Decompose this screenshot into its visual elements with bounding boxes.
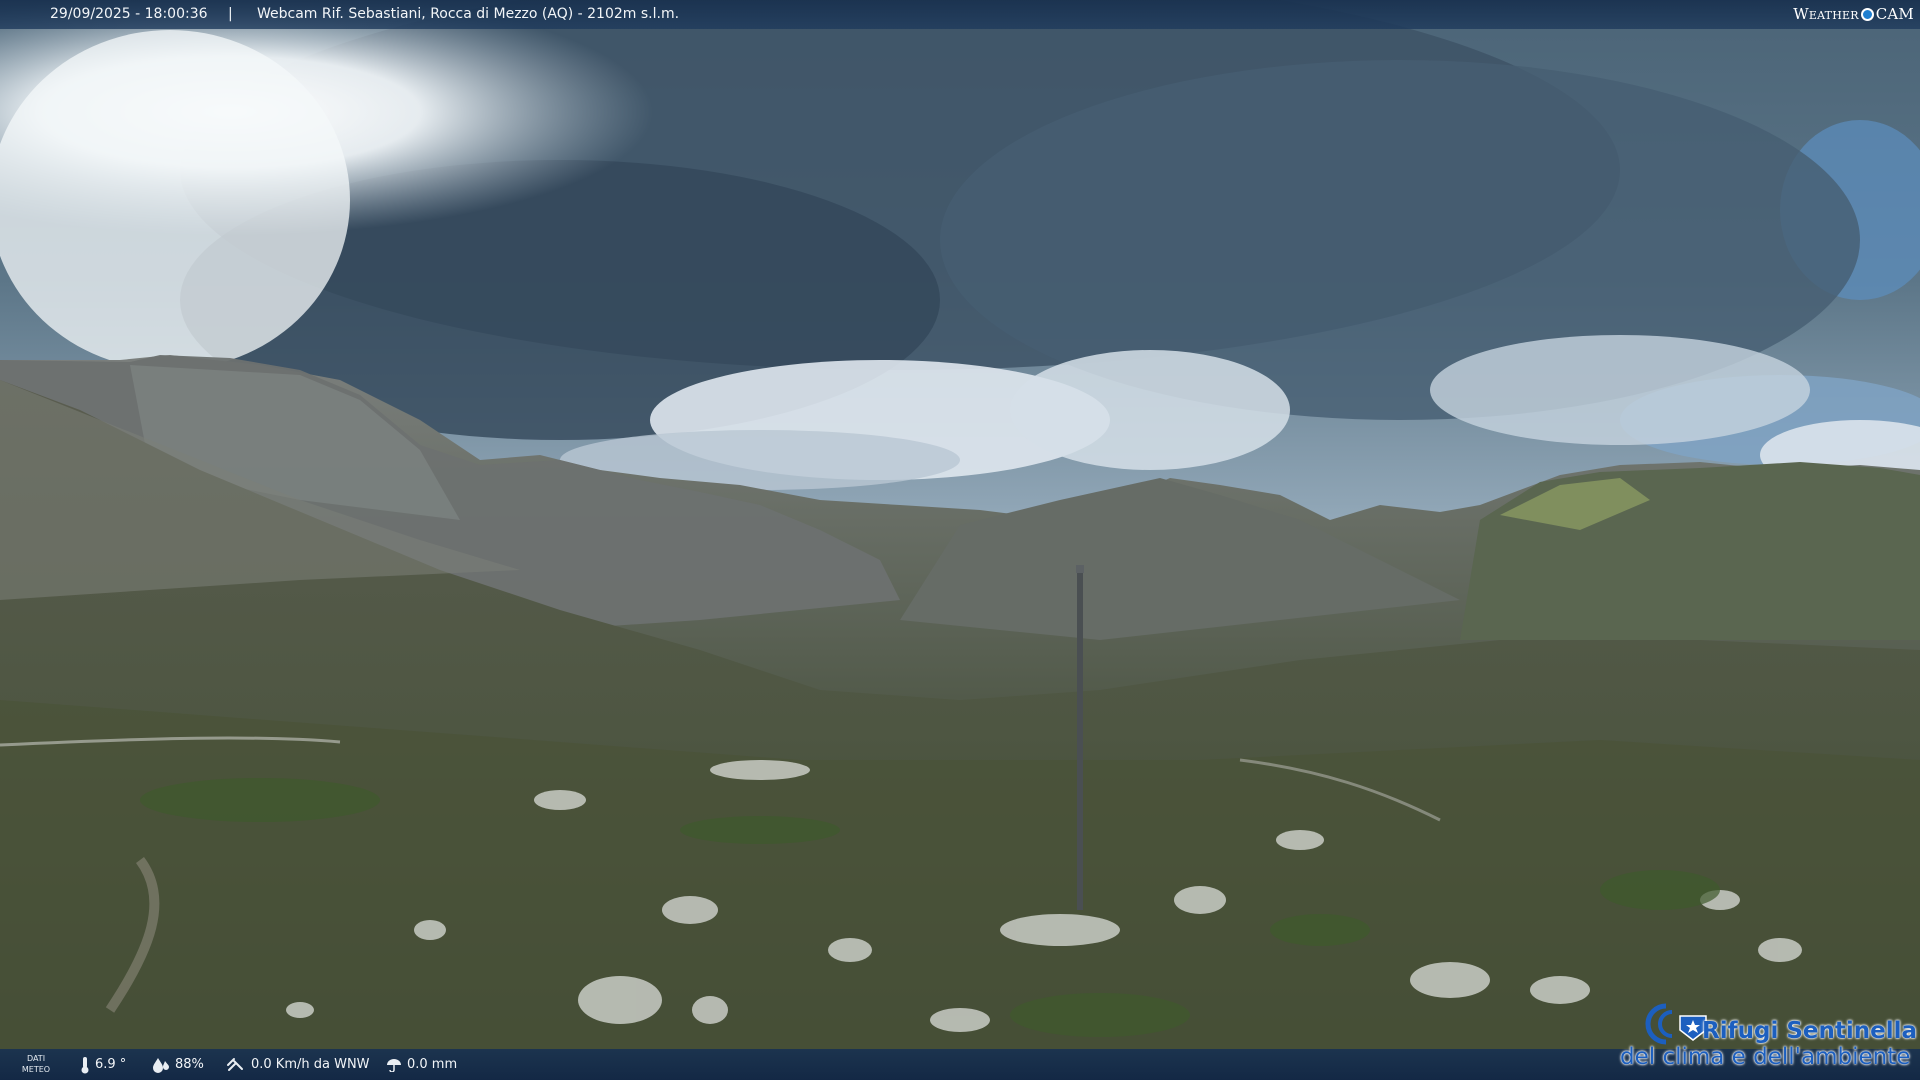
- title-separator: |: [228, 6, 233, 22]
- timestamp: 29/09/2025 - 18:00:36: [50, 6, 208, 22]
- humidity-value: 88%: [175, 1057, 204, 1072]
- weathercam-dot-icon: [1860, 7, 1874, 21]
- wind-reading: 0.0 Km/h da WNW: [226, 1049, 370, 1080]
- logo-line-1: Rifugi Sentinella: [1702, 1018, 1918, 1044]
- weathercam-logo-cam: CAM: [1875, 4, 1914, 23]
- wind-icon: [227, 1057, 243, 1071]
- temperature-reading: 6.9 °: [80, 1049, 126, 1080]
- rain-reading: 0.0 mm: [386, 1049, 457, 1080]
- humidity-icon: [153, 1057, 169, 1073]
- temperature-value: 6.9 °: [95, 1057, 127, 1072]
- rifugi-sentinella-logo: Rifugi Sentinella del clima e dell'ambie…: [1620, 1000, 1917, 1072]
- rain-value: 0.0 mm: [407, 1057, 458, 1072]
- humidity-reading: 88%: [152, 1049, 204, 1080]
- weathercam-logo: Weather CAM: [1793, 3, 1914, 25]
- weathercam-logo-weather: Weather: [1793, 4, 1859, 23]
- weather-data-label: DATI METEO: [21, 1054, 51, 1074]
- thermometer-icon: [81, 1056, 89, 1073]
- logo-line-2: del clima e dell'ambiente: [1620, 1044, 1911, 1070]
- camera-title: Webcam Rif. Sebastiani, Rocca di Mezzo (…: [257, 6, 680, 22]
- wind-value: 0.0 Km/h da WNW: [251, 1057, 370, 1072]
- info-top-bar: 29/09/2025 - 18:00:36 | Webcam Rif. Seba…: [0, 0, 1920, 29]
- webcam-image: [0, 0, 1920, 1080]
- rain-icon: [387, 1058, 401, 1072]
